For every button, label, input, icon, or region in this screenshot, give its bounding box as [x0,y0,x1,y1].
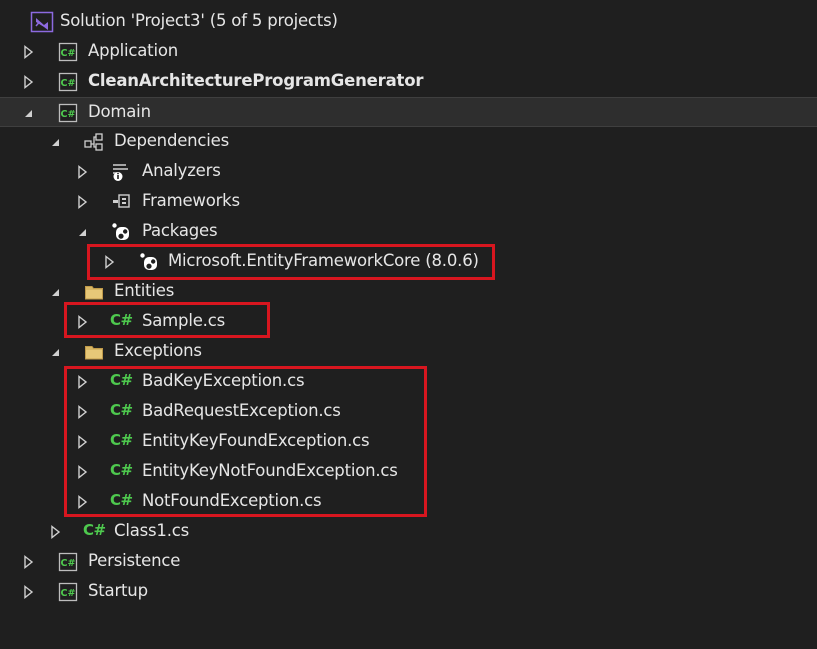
file-label-class1: Class1.cs [114,521,190,540]
dependencies-label: Dependencies [114,131,230,150]
expand-arrow-icon[interactable] [75,315,89,329]
csharp-project-icon [58,103,78,123]
tree-row-solution[interactable]: Solution 'Project3' (5 of 5 projects) [0,7,817,37]
tree-row-file-exception[interactable]: C# BadKeyException.cs [0,367,817,397]
csharp-file-icon: C# [83,521,106,539]
project-label-domain: Domain [88,102,151,121]
tree-row-file-exception[interactable]: C# BadRequestException.cs [0,397,817,427]
csharp-file-icon: C# [110,311,133,329]
package-label-efcore: Microsoft.EntityFrameworkCore (8.0.6) [168,251,479,270]
folder-label-entities: Entities [114,281,175,300]
solution-explorer-tree: Solution 'Project3' (5 of 5 projects) Ap… [0,0,817,649]
packages-label: Packages [142,221,218,240]
nuget-package-icon [111,222,131,242]
tree-row-packages[interactable]: Packages [0,217,817,247]
csharp-project-icon [58,582,78,602]
file-label-exception: BadRequestException.cs [142,401,341,420]
file-label-exception: NotFoundException.cs [142,491,322,510]
expand-arrow-icon[interactable] [75,165,89,179]
collapse-arrow-icon[interactable] [48,345,62,359]
collapse-arrow-icon[interactable] [21,106,35,120]
analyzers-label: Analyzers [142,161,221,180]
tree-row-project-persistence[interactable]: Persistence [0,547,817,577]
solution-label: Solution 'Project3' (5 of 5 projects) [60,11,338,30]
tree-row-dependencies[interactable]: Dependencies [0,127,817,157]
collapse-arrow-icon[interactable] [75,225,89,239]
tree-row-folder-exceptions[interactable]: Exceptions [0,337,817,367]
csharp-file-icon: C# [110,461,133,479]
csharp-project-icon [58,42,78,62]
expand-arrow-icon[interactable] [75,465,89,479]
tree-row-file-exception[interactable]: C# NotFoundException.cs [0,487,817,517]
expand-arrow-icon[interactable] [21,555,35,569]
tree-row-file-exception[interactable]: C# EntityKeyFoundException.cs [0,427,817,457]
file-label-exception: BadKeyException.cs [142,371,305,390]
tree-row-project-application[interactable]: Application [0,37,817,67]
expand-arrow-icon[interactable] [75,195,89,209]
tree-row-project-domain[interactable]: Domain [0,97,817,127]
collapse-arrow-icon[interactable] [48,135,62,149]
csharp-project-icon [58,72,78,92]
file-label-sample: Sample.cs [142,311,225,330]
collapse-arrow-icon[interactable] [48,285,62,299]
file-label-exception: EntityKeyFoundException.cs [142,431,370,450]
project-label-generator: CleanArchitectureProgramGenerator [88,71,424,90]
tree-row-folder-entities[interactable]: Entities [0,277,817,307]
tree-row-file-class1[interactable]: C# Class1.cs [0,517,817,547]
frameworks-icon [111,192,131,212]
folder-icon [84,342,104,362]
tree-row-package-efcore[interactable]: Microsoft.EntityFrameworkCore (8.0.6) [0,247,817,277]
expand-arrow-icon[interactable] [75,405,89,419]
folder-label-exceptions: Exceptions [114,341,202,360]
csharp-file-icon: C# [110,431,133,449]
expand-arrow-icon[interactable] [102,255,116,269]
tree-row-project-startup[interactable]: Startup [0,577,817,607]
file-label-exception: EntityKeyNotFoundException.cs [142,461,398,480]
csharp-file-icon: C# [110,371,133,389]
expand-arrow-icon[interactable] [75,375,89,389]
expand-arrow-icon[interactable] [21,75,35,89]
project-label-persistence: Persistence [88,551,181,570]
tree-row-file-sample[interactable]: C# Sample.cs [0,307,817,337]
nuget-package-icon [139,252,159,272]
expand-arrow-icon[interactable] [75,435,89,449]
analyzers-icon [111,162,131,182]
project-label-application: Application [88,41,178,60]
expand-arrow-icon[interactable] [21,585,35,599]
expand-arrow-icon[interactable] [21,45,35,59]
tree-row-analyzers[interactable]: Analyzers [0,157,817,187]
folder-icon [84,282,104,302]
frameworks-label: Frameworks [142,191,240,210]
expand-arrow-icon[interactable] [48,525,62,539]
csharp-project-icon [58,552,78,572]
tree-row-file-exception[interactable]: C# EntityKeyNotFoundException.cs [0,457,817,487]
visual-studio-solution-icon [30,10,54,34]
tree-row-frameworks[interactable]: Frameworks [0,187,817,217]
expand-arrow-icon[interactable] [75,495,89,509]
tree-row-project-generator[interactable]: CleanArchitectureProgramGenerator [0,67,817,97]
csharp-file-icon: C# [110,401,133,419]
dependencies-icon [84,132,104,152]
project-label-startup: Startup [88,581,148,600]
csharp-file-icon: C# [110,491,133,509]
